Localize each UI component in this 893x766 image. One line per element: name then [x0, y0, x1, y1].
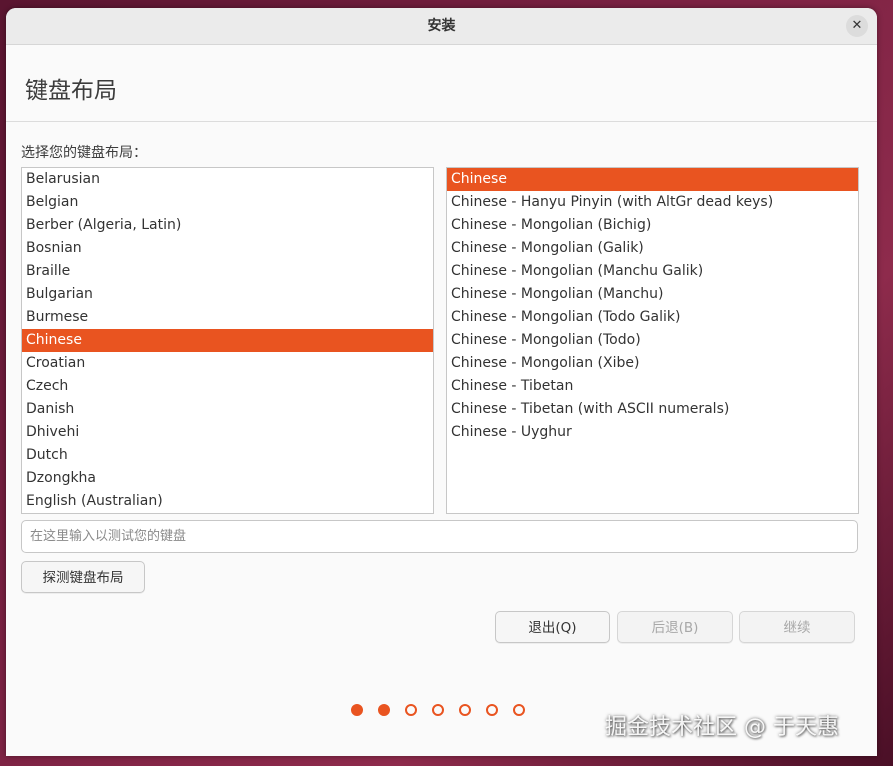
window-title: 安装 — [427, 18, 456, 34]
progress-dot-pending — [459, 704, 471, 716]
progress-dot-pending — [432, 704, 444, 716]
variant-list-item[interactable]: Chinese - Mongolian (Todo Galik) — [447, 306, 858, 329]
layout-list-item[interactable]: Burmese — [22, 306, 433, 329]
continue-button[interactable]: 继续 — [739, 611, 855, 643]
layout-prompt: 选择您的键盘布局： — [21, 145, 147, 161]
layout-list-item[interactable]: Croatian — [22, 352, 433, 375]
layout-list-item[interactable]: Dhivehi — [22, 421, 433, 444]
variant-list-item[interactable]: Chinese - Uyghur — [447, 421, 858, 444]
variant-list-item[interactable]: Chinese - Mongolian (Todo) — [447, 329, 858, 352]
quit-button[interactable]: 退出(Q) — [495, 611, 610, 643]
keyboard-test-input[interactable] — [21, 520, 858, 553]
variant-list-item[interactable]: Chinese - Mongolian (Xibe) — [447, 352, 858, 375]
page-title: 键盘布局 — [25, 78, 117, 104]
installer-window: 安装 ✕ 键盘布局 选择您的键盘布局： Belarusian Belgian Ber… — [6, 8, 877, 756]
layout-list-item[interactable]: Braille — [22, 260, 433, 283]
variant-list-item[interactable]: Chinese - Mongolian (Manchu Galik) — [447, 260, 858, 283]
back-button[interactable]: 后退(B) — [617, 611, 733, 643]
variant-list-item[interactable]: Chinese - Mongolian (Manchu) — [447, 283, 858, 306]
keyboard-variant-list[interactable]: Chinese Chinese - Hanyu Pinyin (with AltG… — [446, 167, 859, 514]
variant-list-item[interactable]: Chinese - Hanyu Pinyin (with AltGr dead … — [447, 191, 858, 214]
layout-list-item[interactable]: Danish — [22, 398, 433, 421]
layout-list-item[interactable]: Dutch — [22, 444, 433, 467]
keyboard-layout-list[interactable]: Belarusian Belgian Berber (Algeria, Latin)… — [21, 167, 434, 514]
progress-dot-pending — [405, 704, 417, 716]
layout-list-item[interactable]: Bosnian — [22, 237, 433, 260]
progress-dot-complete — [351, 704, 363, 716]
close-icon: ✕ — [851, 18, 863, 33]
layout-list-item[interactable]: Bulgarian — [22, 283, 433, 306]
title-bar: 安装 ✕ — [6, 8, 877, 45]
detect-layout-button[interactable]: 探测键盘布局 — [21, 561, 145, 593]
variant-list-item[interactable]: Chinese - Tibetan (with ASCII numerals) — [447, 398, 858, 421]
close-button[interactable]: ✕ — [846, 15, 868, 37]
variant-list-item[interactable]: Chinese — [447, 168, 858, 191]
layout-list-item[interactable]: Dzongkha — [22, 467, 433, 490]
variant-list-item[interactable]: Chinese - Mongolian (Galik) — [447, 237, 858, 260]
layout-list-item[interactable]: Chinese — [22, 329, 433, 352]
watermark-text: 掘金技术社区 @ 于天惠 — [605, 715, 839, 740]
variant-list-item[interactable]: Chinese - Mongolian (Bichig) — [447, 214, 858, 237]
layout-list-item[interactable]: Berber (Algeria, Latin) — [22, 214, 433, 237]
layout-list-item[interactable]: English (Australian) — [22, 490, 433, 513]
progress-dot-pending — [513, 704, 525, 716]
progress-dot-pending — [486, 704, 498, 716]
layout-list-item[interactable]: Belarusian — [22, 168, 433, 191]
variant-list-item[interactable]: Chinese - Tibetan — [447, 375, 858, 398]
layout-list-item[interactable]: Czech — [22, 375, 433, 398]
progress-dot-complete — [378, 704, 390, 716]
page-header: 键盘布局 — [6, 45, 877, 122]
layout-list-item[interactable]: Belgian — [22, 191, 433, 214]
